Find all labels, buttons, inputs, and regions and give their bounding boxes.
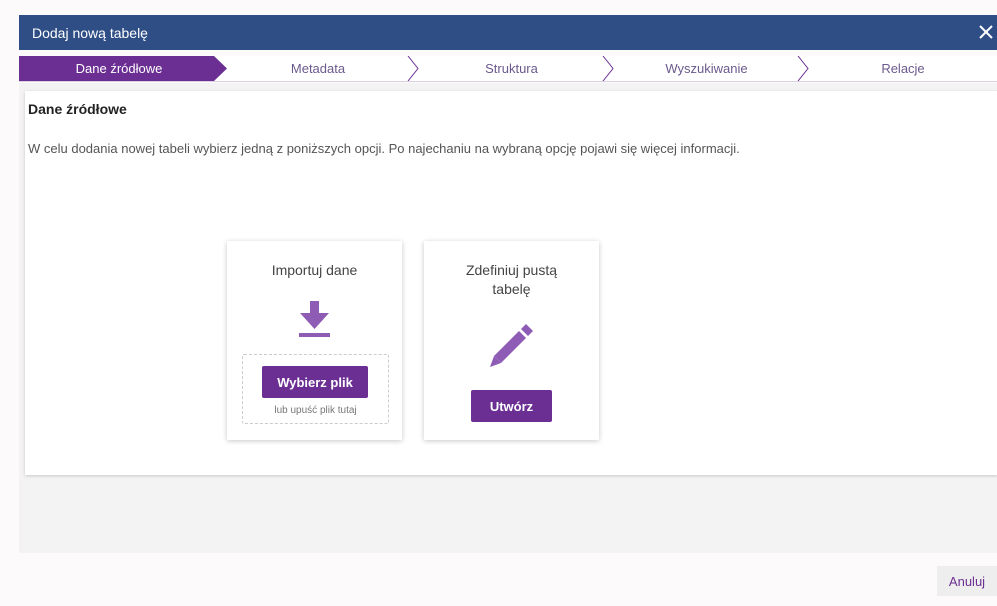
dialog-header: Dodaj nową tabelę: [19, 15, 997, 50]
choose-file-button[interactable]: Wybierz plik: [262, 366, 368, 398]
tab-dane-zrodlowe[interactable]: Dane źródłowe: [19, 56, 219, 81]
section-description: W celu dodania nowej tabeli wybierz jedn…: [28, 141, 740, 156]
wizard-steps: Dane źródłowe Metadata Struktura Wyszuki…: [19, 56, 997, 82]
download-icon: [299, 301, 330, 337]
import-card[interactable]: Importuj dane Wybierz plik lub upuść pli…: [227, 241, 402, 440]
cancel-button[interactable]: Anuluj: [937, 566, 997, 596]
import-card-title: Importuj dane: [271, 262, 358, 278]
create-button[interactable]: Utwórz: [471, 390, 552, 422]
dialog-body: Dane źródłowe W celu dodania nowej tabel…: [19, 83, 997, 553]
tab-struktura[interactable]: Struktura: [419, 56, 604, 81]
source-panel: Dane źródłowe W celu dodania nowej tabel…: [25, 91, 997, 475]
tab-metadata[interactable]: Metadata: [227, 56, 409, 81]
define-card-title: Zdefiniuj pustą tabelę: [465, 262, 558, 297]
file-dropzone[interactable]: Wybierz plik lub upuść plik tutaj: [242, 354, 389, 424]
pencil-icon: [490, 324, 533, 367]
section-title: Dane źródłowe: [28, 101, 127, 117]
dialog-title: Dodaj nową tabelę: [32, 25, 148, 41]
tab-relacje[interactable]: Relacje: [809, 56, 997, 81]
define-table-card[interactable]: Zdefiniuj pustą tabelę Utwórz: [424, 241, 599, 440]
drop-hint: lub upuść plik tutaj: [274, 405, 357, 416]
close-icon[interactable]: [975, 21, 997, 43]
tab-wyszukiwanie[interactable]: Wyszukiwanie: [614, 56, 799, 81]
